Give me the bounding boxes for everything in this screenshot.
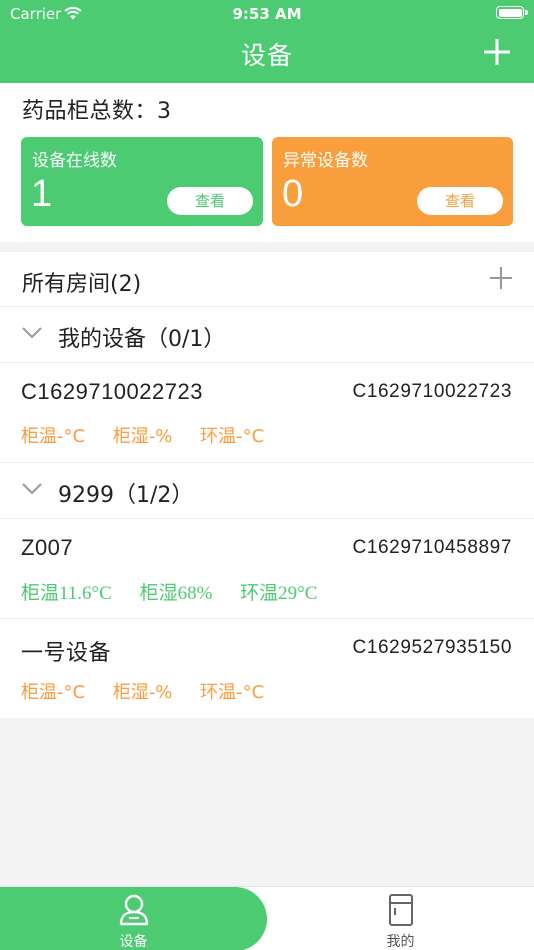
device-metrics: 柜温-°C 柜湿-% 环温-°C (21, 678, 286, 704)
chevron-down-icon (22, 327, 42, 339)
summary-panel: 药品柜总数：3 设备在线数 1 查看 异常设备数 0 查看 (0, 83, 534, 242)
device-id: C1629527935150 (352, 637, 512, 658)
group-label: 我的设备（0/1） (58, 327, 226, 352)
tab-devices[interactable]: 设备 (0, 887, 267, 950)
tab-mine[interactable]: 我的 (267, 887, 534, 950)
device-metrics: 柜温-°C 柜湿-% 环温-°C (21, 422, 286, 448)
ambient-temp: 环温-°C (200, 682, 265, 703)
tab-label: 我的 (386, 934, 415, 950)
tab-bar: 设备 我的 (0, 886, 534, 950)
device-metrics: 柜温11.6°C 柜湿68% 环温29°C (21, 578, 339, 605)
device-row[interactable]: Z007 C1629710458897 柜温11.6°C 柜湿68% 环温29°… (0, 519, 534, 619)
device-id: C1629710022723 (352, 381, 512, 402)
group-row[interactable]: 9299（1/2） (0, 463, 534, 519)
rooms-list: 所有房间(2) 我的设备（0/1） C1629710022723 C162971… (0, 252, 534, 718)
abnormal-label: 异常设备数 (283, 151, 368, 171)
online-label: 设备在线数 (32, 151, 117, 171)
group-label: 9299（1/2） (58, 483, 194, 508)
online-count: 1 (31, 173, 53, 215)
device-row[interactable]: C1629710022723 C1629710022723 柜温-°C 柜湿-%… (0, 363, 534, 463)
view-online-button[interactable]: 查看 (167, 187, 253, 215)
clock: 9:53 AM (232, 5, 302, 23)
rooms-header: 所有房间(2) (0, 252, 534, 307)
cabinet-humidity: 柜湿-% (112, 682, 173, 703)
device-name: C1629710022723 (21, 379, 203, 404)
online-devices-card: 设备在线数 1 查看 (21, 137, 263, 226)
person-icon (119, 894, 149, 926)
view-abnormal-button[interactable]: 查看 (417, 187, 503, 215)
cabinet-temp: 柜温-°C (21, 426, 86, 447)
cabinet-total: 药品柜总数：3 (22, 99, 172, 124)
cabinet-humidity: 柜湿68% (139, 583, 213, 604)
ambient-temp: 环温-°C (200, 426, 265, 447)
device-name: 一号设备 (21, 640, 112, 665)
group-row[interactable]: 我的设备（0/1） (0, 307, 534, 363)
rooms-title: 所有房间(2) (22, 272, 142, 297)
cabinet-temp: 柜温11.6°C (21, 583, 112, 604)
cabinet-temp: 柜温-°C (21, 682, 86, 703)
app-header: Carrier 9:53 AM 设备 (0, 0, 534, 83)
add-room-icon[interactable] (490, 267, 512, 289)
status-bar: Carrier 9:53 AM (0, 0, 534, 28)
ambient-temp: 环温29°C (240, 583, 318, 604)
battery-icon (496, 6, 528, 19)
plus-icon[interactable] (484, 39, 510, 65)
cabinet-icon (389, 894, 413, 926)
device-id: C1629710458897 (352, 537, 512, 558)
abnormal-count: 0 (282, 173, 304, 215)
abnormal-devices-card: 异常设备数 0 查看 (272, 137, 513, 226)
device-name: Z007 (21, 535, 74, 560)
page-title: 设备 (240, 41, 293, 70)
chevron-down-icon (22, 483, 42, 495)
cabinet-humidity: 柜湿-% (112, 426, 173, 447)
device-row[interactable]: 一号设备 C1629527935150 柜温-°C 柜湿-% 环温-°C (0, 619, 534, 719)
tab-label: 设备 (119, 934, 148, 950)
